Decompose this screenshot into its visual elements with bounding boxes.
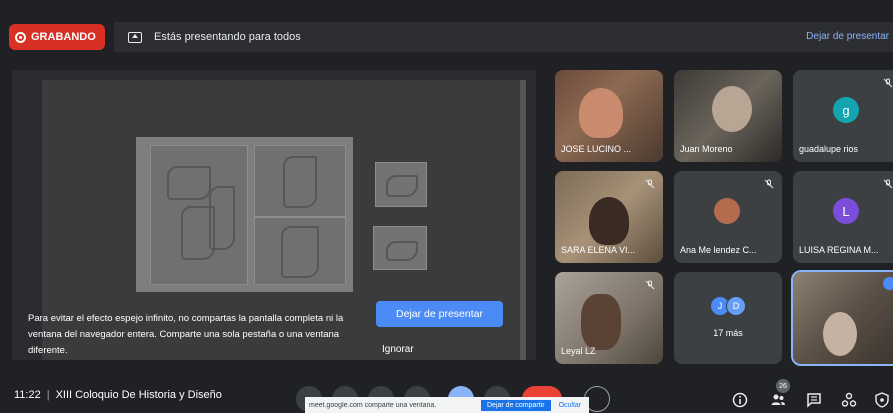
mic-off-icon: [645, 280, 655, 290]
activities-icon[interactable]: [841, 392, 857, 408]
stop-presenting-link[interactable]: Dejar de presentar: [806, 31, 889, 42]
shared-screen-scrollbar: [520, 80, 526, 360]
recording-icon: [15, 31, 26, 43]
participant-tile[interactable]: g guadalupe rios: [793, 70, 893, 162]
self-view-tile[interactable]: [791, 270, 893, 366]
speaking-indicator-icon: [883, 277, 893, 290]
shared-document-image: [136, 137, 353, 292]
participant-face: [823, 312, 857, 356]
presenting-text: Estás presentando para todos: [154, 31, 301, 43]
stop-sharing-button[interactable]: Dejar de compartir: [481, 399, 551, 411]
mic-off-icon: [883, 78, 893, 88]
participant-name: Ana Me lendez C...: [680, 245, 757, 255]
ignore-button[interactable]: Ignorar: [382, 344, 414, 355]
participant-avatar: g: [833, 97, 859, 123]
presenting-banner: Estás presentando para todos Dejar de pr…: [114, 22, 893, 52]
mic-off-icon: [883, 179, 893, 189]
participant-tile[interactable]: Leyal LZ: [555, 272, 663, 364]
more-participants-label: 17 más: [713, 328, 743, 338]
share-notice-bar: meet.google.com comparte una ventana. De…: [305, 397, 589, 413]
participant-name: LUISA REGINA M...: [799, 245, 879, 255]
participant-name: guadalupe rios: [799, 144, 859, 154]
image-panel: [254, 217, 346, 285]
share-notice-text: meet.google.com comparte una ventana.: [309, 401, 437, 409]
participant-tile[interactable]: Juan Moreno: [674, 70, 782, 162]
meeting-time: 11:22: [14, 389, 41, 401]
mic-off-icon: [764, 179, 774, 189]
recording-badge[interactable]: GRABANDO: [9, 24, 105, 50]
participant-count-badge: 26: [776, 379, 790, 393]
participant-tile[interactable]: Ana Me lendez C...: [674, 171, 782, 263]
meeting-info: 11:22 | XIII Coloquio De Historia y Diseño: [14, 389, 222, 401]
image-thumbnail: [375, 162, 427, 207]
mic-off-icon: [645, 179, 655, 189]
info-icon[interactable]: [732, 392, 748, 408]
participant-face: [579, 88, 623, 138]
chat-icon[interactable]: [806, 392, 822, 408]
participant-photo-avatar: [714, 198, 740, 224]
participant-name: Juan Moreno: [680, 144, 733, 154]
participant-face: [589, 197, 629, 245]
participant-name: Leyal LZ: [561, 346, 596, 356]
participant-avatar: L: [833, 198, 859, 224]
participant-face: [581, 294, 621, 350]
participant-tile[interactable]: L LUISA REGINA M...: [793, 171, 893, 263]
participant-name: SARA ELENA VI...: [561, 245, 636, 255]
mirror-warning-text: Para evitar el efecto espejo infinito, n…: [28, 313, 344, 356]
meeting-title: XIII Coloquio De Historia y Diseño: [55, 389, 222, 401]
more-participants-tile[interactable]: J D 17 más: [674, 272, 782, 364]
top-bar: GRABANDO Estás presentando para todos De…: [0, 0, 893, 58]
participant-face: [712, 86, 752, 132]
present-screen-icon: [128, 31, 142, 43]
participant-tile[interactable]: JOSE LUCINO ...: [555, 70, 663, 162]
participant-name: JOSE LUCINO ...: [561, 144, 632, 154]
image-panel: [150, 145, 248, 285]
recording-label: GRABANDO: [31, 31, 96, 43]
host-controls-icon[interactable]: [874, 392, 890, 408]
people-icon[interactable]: [770, 392, 786, 408]
image-panel: [254, 145, 346, 217]
stop-presenting-button[interactable]: Dejar de presentar: [376, 301, 503, 327]
hide-notice-button[interactable]: Ocultar: [559, 402, 582, 409]
participant-tile[interactable]: SARA ELENA VI...: [555, 171, 663, 263]
image-thumbnail: [373, 226, 427, 270]
participant-avatar: D: [726, 296, 746, 316]
